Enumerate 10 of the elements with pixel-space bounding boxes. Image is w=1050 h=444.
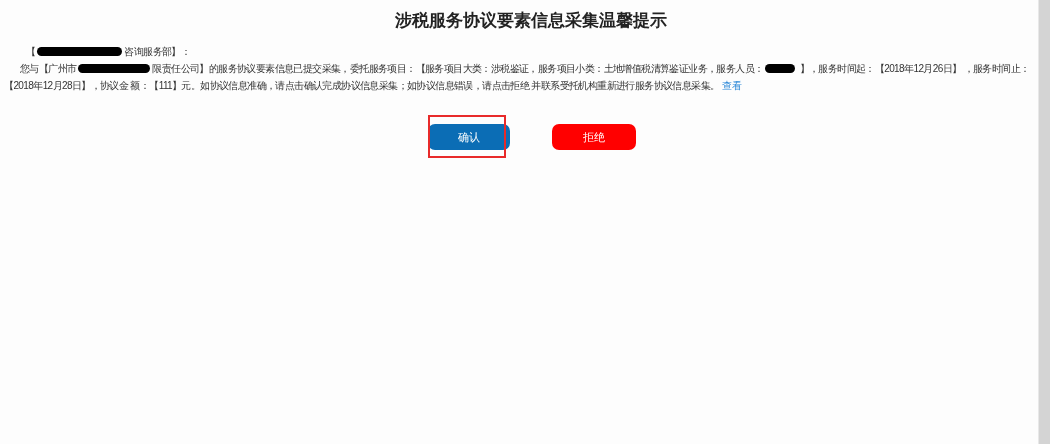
confirm-button[interactable]: 确认 <box>428 123 510 150</box>
reject-button[interactable]: 拒绝 <box>552 123 636 150</box>
page-title: 涉税服务协议要素信息采集温馨提示 <box>395 10 667 32</box>
notice-text: 您与【广州市 <box>20 61 77 76</box>
view-link[interactable]: 查看 <box>722 76 742 94</box>
notice-text: 咨询服务部】： <box>124 44 191 59</box>
notice-text: 限责任公司】的服务协议要素信息已提交采集，委托服务项目：【服务项目大类：涉税鉴证，服务项目小类：土地增值税清算鉴证业务，服务人员： <box>152 61 764 76</box>
notice-text: 】，服务时间起：【2018年12月26日】 ，服务时间止： <box>798 61 1030 76</box>
notice-text: 【2018年12月28日】，协议金 额：【111】元。如协议信息准确，请点击确认完成协议信息采集；如协议信息错误，请点击拒绝 并联系受托机构重新进行服务协议信息采集。 <box>4 78 720 93</box>
notice-text: 【 <box>26 44 36 59</box>
